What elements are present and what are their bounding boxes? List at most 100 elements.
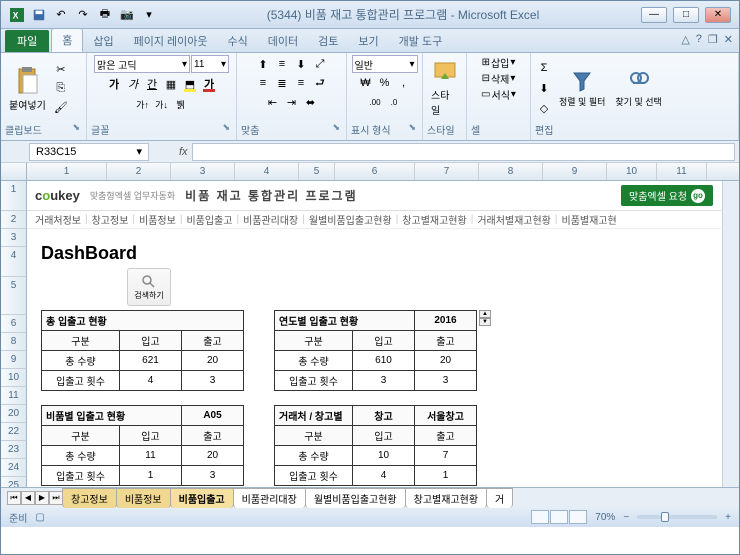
page-break-view-button[interactable] (569, 510, 587, 524)
nav-link[interactable]: 비품별재고현 (562, 212, 617, 227)
sheet-tab[interactable]: 거 (486, 488, 513, 508)
request-button[interactable]: 맞춤엑셀 요청go (621, 185, 713, 206)
orientation-icon[interactable]: ⤢ (311, 55, 329, 73)
delete-cells-button[interactable]: ⊟ 삭제 ▾ (482, 71, 516, 86)
percent-icon[interactable]: % (376, 74, 394, 92)
zoom-thumb[interactable] (661, 512, 669, 522)
insert-cells-button[interactable]: ⊞ 삽입 ▾ (482, 55, 516, 70)
col-header[interactable]: 9 (543, 163, 607, 180)
camera-icon[interactable]: 📷 (117, 5, 137, 25)
format-painter-icon[interactable]: 🖌 (52, 98, 70, 116)
row-header[interactable]: 23 (1, 441, 27, 459)
tab-nav-last[interactable]: ⏭ (49, 491, 63, 505)
col-header[interactable]: 1 (27, 163, 107, 180)
fill-color-button[interactable]: ⬒ (181, 75, 199, 93)
align-top-icon[interactable]: ⬆ (254, 55, 272, 73)
row-header[interactable]: 24 (1, 459, 27, 477)
tab-formulas[interactable]: 수식 (218, 30, 258, 52)
macro-record-icon[interactable]: ▢ (35, 512, 44, 523)
autosum-icon[interactable]: Σ (535, 59, 553, 77)
spinner-up-icon[interactable]: ▲ (479, 310, 491, 318)
nav-link[interactable]: 거래처정보 (35, 212, 81, 227)
cut-icon[interactable]: ✂ (52, 60, 70, 78)
align-center-icon[interactable]: ≣ (273, 74, 291, 92)
tab-insert[interactable]: 삽입 (83, 30, 123, 52)
sheet-tab[interactable]: 비품정보 (116, 488, 171, 508)
formula-bar[interactable] (192, 143, 735, 161)
redo-icon[interactable]: ↷ (73, 5, 93, 25)
number-launcher[interactable]: ⬊ (406, 122, 418, 137)
col-header[interactable]: 8 (479, 163, 543, 180)
row-header[interactable]: 2 (1, 211, 27, 229)
wrap-text-icon[interactable]: ⮐ (311, 74, 329, 92)
col-header[interactable]: 2 (107, 163, 171, 180)
zoom-out-button[interactable]: − (623, 512, 629, 523)
col-header[interactable]: 3 (171, 163, 235, 180)
year-spinner[interactable]: ▲▼ (479, 310, 491, 326)
tab-review[interactable]: 검토 (308, 30, 348, 52)
row-header[interactable]: 22 (1, 423, 27, 441)
maximize-button[interactable]: □ (673, 7, 699, 23)
row-header[interactable]: 5 (1, 277, 27, 315)
search-button[interactable]: 검색하기 (127, 268, 171, 306)
close-workbook-icon[interactable]: ✕ (724, 33, 733, 46)
vertical-scrollbar[interactable] (722, 181, 739, 487)
tab-data[interactable]: 데이터 (258, 30, 308, 52)
col-header[interactable]: 5 (299, 163, 335, 180)
tab-nav-prev[interactable]: ◀ (21, 491, 35, 505)
qat-more-icon[interactable]: ▾ (139, 5, 159, 25)
format-cells-button[interactable]: ▭ 서식 ▾ (481, 87, 516, 102)
styles-button[interactable]: 스타일 (427, 57, 462, 119)
row-header[interactable]: 4 (1, 247, 27, 277)
zoom-in-button[interactable]: + (725, 512, 731, 523)
fill-icon[interactable]: ⬇ (535, 79, 553, 97)
row-header[interactable]: 1 (1, 181, 27, 211)
bold-button[interactable]: 가 (105, 75, 123, 93)
row-header[interactable]: 3 (1, 229, 27, 247)
align-middle-icon[interactable]: ≡ (273, 55, 291, 73)
increase-decimal-icon[interactable]: .00 (366, 93, 384, 111)
shrink-font-icon[interactable]: 가↓ (153, 95, 171, 113)
fx-icon[interactable]: fx (179, 146, 188, 158)
nav-link[interactable]: 비품입출고 (186, 212, 232, 227)
indent-increase-icon[interactable]: ⇥ (283, 93, 301, 111)
sheet-tab[interactable]: 비품입출고 (170, 488, 234, 508)
align-right-icon[interactable]: ≡ (292, 74, 310, 92)
tab-pagelayout[interactable]: 페이지 레이아웃 (124, 30, 218, 52)
tab-nav-next[interactable]: ▶ (35, 491, 49, 505)
nav-link[interactable]: 비품정보 (139, 212, 176, 227)
restore-window-icon[interactable]: ❐ (708, 33, 718, 46)
grow-font-icon[interactable]: 가↑ (134, 95, 152, 113)
currency-icon[interactable]: ₩ (357, 74, 375, 92)
tab-file[interactable]: 파일 (5, 30, 49, 52)
save-icon[interactable] (29, 5, 49, 25)
font-size-combo[interactable]: 11▾ (191, 55, 229, 73)
clipboard-launcher[interactable]: ⬊ (70, 122, 82, 137)
select-all-corner[interactable] (1, 163, 27, 180)
row-header[interactable]: 6 (1, 315, 27, 333)
print-icon[interactable]: 🖶 (95, 5, 115, 25)
row-header[interactable]: 25 (1, 477, 27, 487)
find-select-button[interactable]: 찾기 및 선택 (611, 67, 665, 110)
font-name-combo[interactable]: 맑은 고딕▾ (94, 55, 190, 73)
normal-view-button[interactable] (531, 510, 549, 524)
border-button[interactable]: ▦ (162, 75, 180, 93)
sort-filter-button[interactable]: 정렬 및 필터 (555, 67, 609, 110)
minimize-button[interactable]: — (641, 7, 667, 23)
row-header[interactable]: 10 (1, 369, 27, 387)
col-header[interactable]: 10 (607, 163, 657, 180)
nav-link[interactable]: 비품관리대장 (243, 212, 298, 227)
nav-link[interactable]: 창고별재고현황 (402, 212, 466, 227)
minimize-ribbon-icon[interactable]: △ (681, 33, 689, 46)
spinner-down-icon[interactable]: ▼ (479, 318, 491, 326)
number-format-combo[interactable]: 일반▾ (352, 55, 418, 73)
sheet-tab[interactable]: 비품관리대장 (233, 488, 306, 508)
sheet-tab[interactable]: 월별비품입출고현황 (305, 488, 406, 508)
col-header[interactable]: 6 (335, 163, 415, 180)
row-header[interactable]: 20 (1, 405, 27, 423)
excel-icon[interactable]: X (7, 5, 27, 25)
sheet-tab[interactable]: 창고정보 (62, 488, 117, 508)
col-header[interactable]: 11 (657, 163, 707, 180)
font-launcher[interactable]: ⬊ (220, 122, 232, 137)
tab-home[interactable]: 홈 (51, 28, 83, 52)
